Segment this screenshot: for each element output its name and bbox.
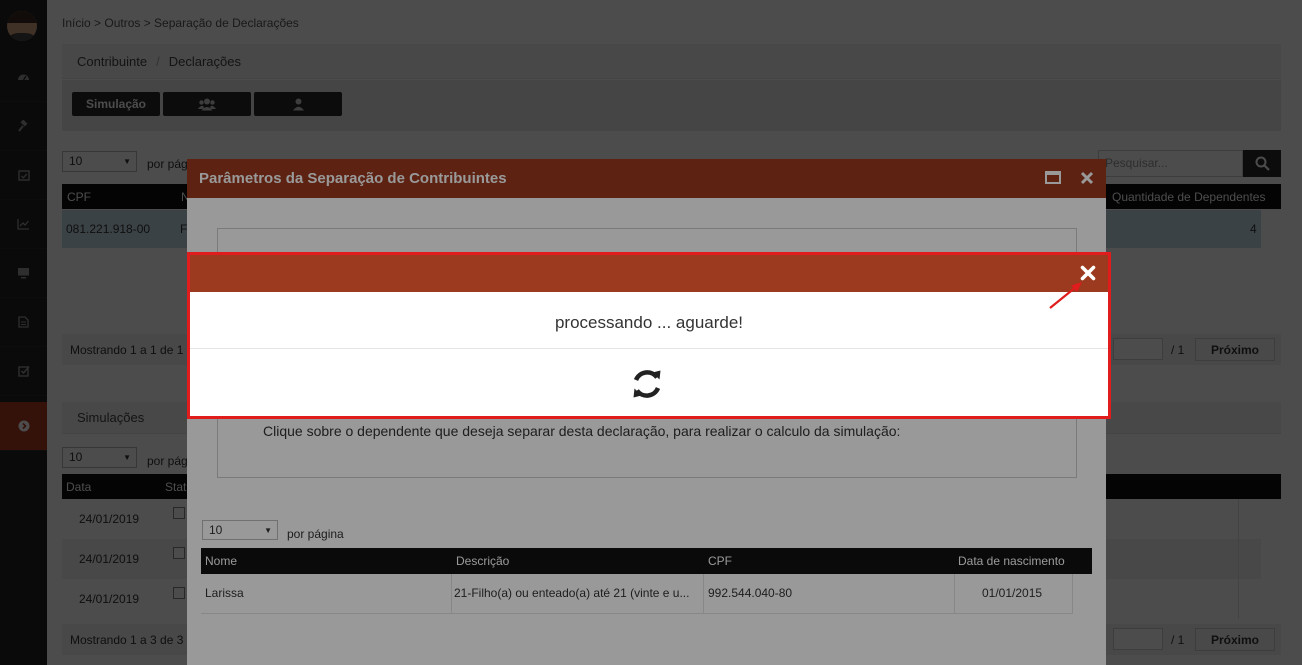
processing-modal: processando ... aguarde!: [187, 252, 1111, 419]
processing-message: processando ... aguarde!: [554, 313, 744, 332]
divider: [190, 348, 1108, 349]
annotation-arrow-icon: [1049, 282, 1082, 309]
processing-modal-header: [190, 255, 1108, 292]
refresh-icon: [633, 370, 661, 398]
